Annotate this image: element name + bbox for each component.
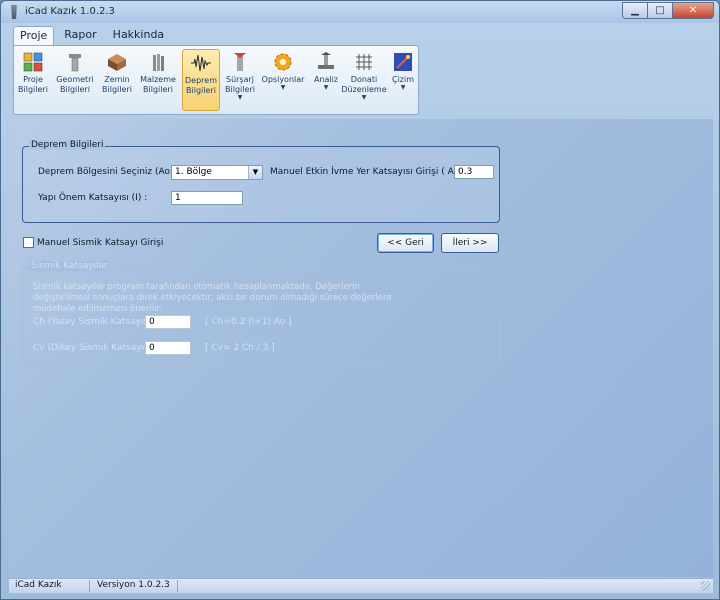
app-logo-icon bbox=[11, 5, 17, 19]
group-title: Sismik Katsayılar bbox=[29, 261, 110, 271]
ribbon-label-line1: Geometri bbox=[56, 75, 94, 84]
analysis-icon bbox=[318, 52, 334, 69]
dropdown-arrow-icon: ▼ bbox=[361, 94, 367, 101]
ch-label: Ch (Yatay Sismik Katsayısı) : bbox=[33, 317, 161, 327]
tab-proje[interactable]: Proje bbox=[13, 26, 55, 46]
app-window: iCad Kazık 1.0.2.3 ▁ □ ✕ Proje Rapor Hak… bbox=[0, 0, 720, 600]
dropdown-arrow-icon: ▼ bbox=[400, 84, 406, 91]
surcharge-icon bbox=[234, 53, 246, 71]
main-content: Deprem Bilgileri Deprem Bölgesini Seçini… bbox=[9, 119, 713, 577]
deprem-bilgileri-group: Deprem Bilgileri Deprem Bölgesini Seçini… bbox=[22, 140, 500, 223]
minimize-button[interactable]: ▁ bbox=[622, 2, 647, 19]
window-controls: ▁ □ ✕ bbox=[622, 2, 714, 20]
onem-input[interactable]: 1 bbox=[171, 191, 243, 205]
next-button[interactable]: İleri >> bbox=[441, 233, 499, 253]
ribbon-deprem-bilgileri-button[interactable]: Deprem Bilgileri bbox=[182, 49, 220, 111]
rebar-icon bbox=[356, 54, 372, 70]
earthquake-icon bbox=[191, 54, 211, 72]
status-version: Versiyon 1.0.2.3 bbox=[97, 580, 170, 590]
status-separator bbox=[89, 580, 90, 592]
tab-hakkinda[interactable]: Hakkinda bbox=[107, 26, 171, 46]
status-bar: iCad Kazık Versiyon 1.0.2.3 bbox=[9, 578, 713, 593]
ribbon-label-line1: Sürşarj bbox=[225, 75, 255, 84]
ribbon-proje-bilgileri-button[interactable]: Proje Bilgileri bbox=[18, 49, 48, 111]
ribbon-opsiyonlar-button[interactable]: Opsiyonlar ▼ bbox=[260, 49, 306, 111]
project-info-icon bbox=[23, 52, 43, 72]
ch-input[interactable]: 0 bbox=[145, 315, 191, 329]
ribbon-zemin-bilgileri-button[interactable]: Zemin Bilgileri bbox=[100, 49, 134, 111]
ribbon-geometri-bilgileri-button[interactable]: Geometri Bilgileri bbox=[56, 49, 94, 111]
dropdown-arrow-icon: ▼ bbox=[237, 94, 243, 101]
sismik-description: Sismik katsayılar program tarafından oto… bbox=[33, 282, 392, 314]
zone-label: Deprem Bölgesini Seçiniz (Ao) : bbox=[38, 167, 180, 177]
geometry-icon bbox=[69, 54, 81, 72]
manual-sismik-label: Manuel Sismik Katsayı Girişi bbox=[37, 238, 164, 248]
drawing-icon bbox=[394, 53, 412, 71]
status-app-name: iCad Kazık bbox=[15, 580, 62, 590]
ribbon-label-line2: Bilgileri bbox=[18, 85, 48, 94]
options-gear-icon bbox=[274, 53, 292, 71]
ribbon-cizim-button[interactable]: Çizim ▼ bbox=[389, 49, 417, 111]
resize-grip-icon[interactable] bbox=[701, 581, 711, 591]
dropdown-arrow-icon: ▼ bbox=[323, 84, 329, 91]
ribbon-label-line1: Malzeme bbox=[140, 75, 176, 84]
ribbon-label-line1: Zemin bbox=[104, 75, 130, 84]
manual-sismik-checkbox[interactable] bbox=[23, 237, 34, 248]
group-title: Deprem Bilgileri bbox=[29, 140, 106, 150]
ribbon-menu: Proje Rapor Hakkinda Proje Bilgileri Geo… bbox=[9, 24, 713, 119]
ribbon-label-line1: Proje bbox=[23, 75, 43, 84]
material-icon bbox=[153, 54, 164, 71]
cv-input[interactable]: 0 bbox=[145, 341, 191, 355]
chevron-down-icon[interactable]: ▼ bbox=[248, 166, 262, 179]
maximize-button[interactable]: □ bbox=[647, 2, 672, 19]
status-separator bbox=[177, 580, 178, 592]
ribbon-label-line2: Bilgileri bbox=[143, 85, 173, 94]
zone-select[interactable]: 1. Bölge ▼ bbox=[171, 165, 263, 180]
ribbon-label-line2: Bilgileri bbox=[186, 86, 216, 95]
cv-formula: [ Cv= 2 Ch / 3 ] bbox=[205, 343, 275, 353]
ribbon-label-line1: Deprem bbox=[185, 76, 217, 85]
tab-rapor[interactable]: Rapor bbox=[58, 26, 102, 46]
ribbon-label-line2: Bilgileri bbox=[60, 85, 90, 94]
ivme-input[interactable]: 0.3 bbox=[454, 165, 494, 179]
ribbon-label-line1: Donati bbox=[350, 75, 378, 84]
ribbon-panel: Proje Bilgileri Geometri Bilgileri Zemin… bbox=[13, 45, 419, 115]
ribbon-label-line2: Bilgileri bbox=[102, 85, 132, 94]
ribbon-sursarj-bilgileri-button[interactable]: Sürşarj Bilgileri ▼ bbox=[222, 49, 258, 111]
ribbon-analiz-button[interactable]: Analiz ▼ bbox=[310, 49, 342, 111]
soil-icon bbox=[108, 54, 126, 71]
title-bar[interactable]: iCad Kazık 1.0.2.3 ▁ □ ✕ bbox=[1, 1, 719, 23]
ch-formula: [ Ch=0.2 (I+1) Ao ] bbox=[205, 317, 292, 327]
sismik-katsayilar-group: Sismik Katsayılar Sismik katsayılar prog… bbox=[22, 261, 500, 365]
menu-tabs: Proje Rapor Hakkinda bbox=[13, 26, 174, 46]
cv-label: Cv (Dikey Sismik Katsayısı) : bbox=[33, 343, 161, 353]
onem-label: Yapı Önem Katsayısı (I) : bbox=[38, 193, 148, 203]
ribbon-malzeme-bilgileri-button[interactable]: Malzeme Bilgileri bbox=[139, 49, 177, 111]
window-title: iCad Kazık 1.0.2.3 bbox=[25, 6, 115, 17]
ribbon-donati-duzenleme-button[interactable]: Donati Düzenleme ▼ bbox=[341, 49, 387, 111]
zone-select-value: 1. Bölge bbox=[175, 167, 212, 177]
dropdown-arrow-icon: ▼ bbox=[280, 84, 286, 91]
close-button[interactable]: ✕ bbox=[672, 2, 714, 19]
back-button[interactable]: << Geri bbox=[377, 233, 434, 253]
ivme-label: Manuel Etkin İvme Yer Katsayısı Girişi (… bbox=[270, 167, 469, 177]
